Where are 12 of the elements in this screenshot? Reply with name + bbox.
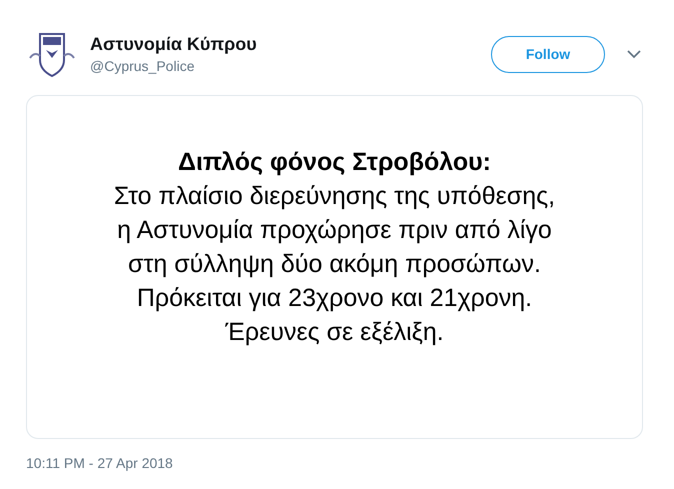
image-text-line: Πρόκειται για 23χρονο και 21χρονη. (136, 283, 532, 314)
image-card[interactable]: Διπλός φόνος Στροβόλου: Στο πλαίσιο διερεύνησης της υπόθεσης, η Αστυνομία προχώρησε πριν από λίγο στη σύλληψη δύο ακόμη προσώπων. Πρόκειται για 23χρονο και 21χρονη. Έρευνες σε εξέλιξη. (26, 95, 643, 439)
image-title: Διπλός φόνος Στροβόλου: (178, 147, 491, 178)
image-text-line: η Αστυνομία προχώρησε πριν από λίγο (117, 215, 552, 246)
account-handle[interactable]: @Cyprus_Police (90, 57, 491, 75)
image-text-line: στη σύλληψη δύο ακόμη προσώπων. (128, 249, 541, 280)
image-text-line: Έρευνες σε εξέλιξη. (225, 317, 444, 348)
account-name[interactable]: Αστυνομία Κύπρου (90, 33, 491, 55)
chevron-down-icon[interactable] (627, 50, 641, 58)
follow-button[interactable]: Follow (491, 36, 605, 72)
tweet-timestamp[interactable]: 10:11 PM - 27 Apr 2018 (26, 455, 643, 471)
image-text-line: Στο πλαίσιο διερεύνησης της υπόθεσης, (114, 181, 556, 212)
